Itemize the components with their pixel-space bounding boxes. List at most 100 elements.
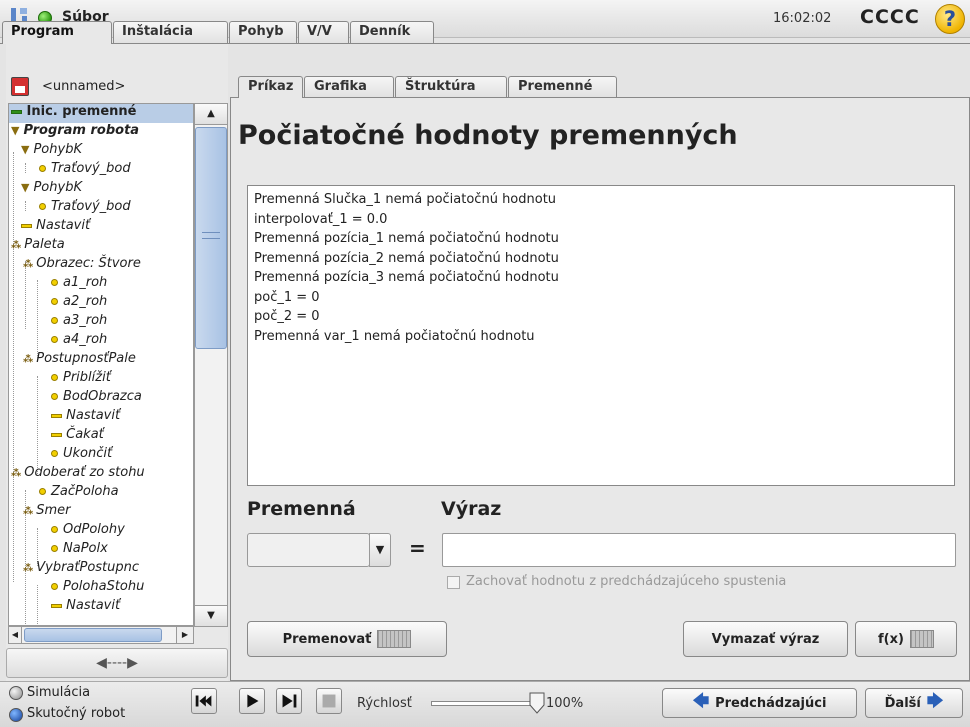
tree-item-label: a3_roh <box>63 313 108 328</box>
tree-item-label: a4_roh <box>63 332 108 347</box>
tree-item-init-variables[interactable]: Inic. premenné <box>9 104 193 123</box>
tree-item-label: Traťový_bod <box>51 161 131 176</box>
tree-item-from-position[interactable]: OdPolohy <box>9 522 125 541</box>
waypoint-icon <box>51 279 58 286</box>
arrow-right-icon: 🡆 <box>926 690 944 710</box>
scroll-down-arrow-icon[interactable]: ▼ <box>194 605 228 627</box>
set-icon <box>51 413 62 418</box>
rewind-icon[interactable] <box>191 688 217 714</box>
tree-item-set[interactable]: Nastaviť <box>9 218 90 237</box>
tab-graphics[interactable]: Grafika <box>304 76 394 97</box>
tree-item-pattern[interactable]: ⁂ Obrazec: Štvore <box>9 256 141 275</box>
next-button[interactable]: Ďalší 🡆 <box>865 688 963 718</box>
variables-list[interactable]: Premenná Slučka_1 nemá počiatočnú hodnot… <box>247 185 955 486</box>
speed-slider[interactable] <box>431 701 537 706</box>
scroll-left-arrow-icon[interactable]: ◀ <box>8 626 22 644</box>
keyboard-icon <box>377 630 412 648</box>
waypoint-icon <box>39 165 46 172</box>
rename-button[interactable]: Premenovať <box>247 621 447 657</box>
variable-select[interactable] <box>247 533 370 567</box>
tree-item-exit[interactable]: Ukončiť <box>9 446 112 465</box>
set-icon <box>51 603 62 608</box>
program-name: <unnamed> <box>42 79 126 94</box>
tree-item-set[interactable]: Nastaviť <box>9 408 120 427</box>
tree-item-label: a2_roh <box>63 294 108 309</box>
panel-resize-button[interactable]: ◀----▶ <box>6 648 228 678</box>
direction-icon: ⁂ <box>23 506 34 517</box>
clock: 16:02:02 <box>773 11 832 26</box>
clear-expression-button[interactable]: Vymazať výraz <box>683 621 848 657</box>
simulation-radio[interactable] <box>9 686 23 700</box>
tab-program[interactable]: Program <box>2 21 112 44</box>
tree-item-label: Traťový_bod <box>51 199 131 214</box>
tree-item-corner[interactable]: a2_roh <box>9 294 107 313</box>
expression-input[interactable] <box>442 533 956 567</box>
tree-item-stack-position[interactable]: PolohaStohu <box>9 579 144 598</box>
next-label: Ďalší <box>884 695 921 711</box>
variable-line: Premenná Slučka_1 nemá počiatočnú hodnot… <box>254 192 557 207</box>
tree-item-approach[interactable]: Priblížiť <box>9 370 111 389</box>
tree-item-label: a1_roh <box>63 275 108 290</box>
program-tree[interactable]: Inic. premenné ▼ Program robota ▼ PohybK T… <box>8 103 194 626</box>
tree-item-pallet[interactable]: ⁂ Paleta <box>9 237 65 256</box>
tree-item-pick-sequence[interactable]: ⁂ VybraťPostupnc <box>9 560 139 579</box>
tab-structure[interactable]: Štruktúra <box>395 76 507 97</box>
stop-icon[interactable] <box>316 688 342 714</box>
tree-item-label: Odoberať zo stohu <box>24 465 145 480</box>
tree-item-waypoint[interactable]: Traťový_bod <box>9 161 131 180</box>
horizontal-scroll-thumb[interactable] <box>24 628 162 642</box>
tree-item-robot-program[interactable]: ▼ Program robota <box>9 123 139 142</box>
play-icon[interactable] <box>239 688 265 714</box>
waypoint-icon <box>51 583 58 590</box>
tree-item-to-position[interactable]: NaPolx <box>9 541 108 560</box>
tab-command[interactable]: Príkaz <box>238 76 303 98</box>
tree-item-wait[interactable]: Čakať <box>9 427 104 446</box>
tree-item-label: Čakať <box>66 427 104 442</box>
step-icon[interactable] <box>276 688 302 714</box>
tree-item-start-position[interactable]: ZačPoloha <box>9 484 119 503</box>
waypoint-icon <box>39 203 46 210</box>
tree-item-waypoint[interactable]: Traťový_bod <box>9 199 131 218</box>
scroll-up-arrow-icon[interactable]: ▲ <box>194 103 228 125</box>
tree-item-set[interactable]: Nastaviť <box>9 598 120 617</box>
fx-button[interactable]: f(x) <box>855 621 957 657</box>
tab-variables[interactable]: Premenné <box>508 76 617 97</box>
scroll-right-arrow-icon[interactable]: ▶ <box>176 626 194 644</box>
previous-button[interactable]: 🡄 Predchádzajúci <box>662 688 857 718</box>
tree-item-label: VybraťPostupnc <box>36 560 140 575</box>
speed-value: 100% <box>546 696 584 711</box>
tab-installation[interactable]: Inštalácia <box>113 21 228 43</box>
keep-value-label: Zachovať hodnotu z predchádzajúceho spus… <box>466 574 787 589</box>
tree-item-direction[interactable]: ⁂ Smer <box>9 503 71 522</box>
tree-item-corner[interactable]: a4_roh <box>9 332 107 351</box>
waypoint-icon <box>51 450 58 457</box>
tree-item-label: OdPolohy <box>63 522 125 537</box>
tree-item-corner[interactable]: a3_roh <box>9 313 107 332</box>
variable-line: poč_1 = 0 <box>254 289 320 305</box>
tab-log[interactable]: Denník <box>350 21 434 43</box>
tree-item-destack[interactable]: ⁂ Odoberať zo stohu <box>9 465 145 484</box>
keep-value-checkbox[interactable] <box>447 576 460 589</box>
variable-line: Premenná pozícia_3 nemá počiatočnú hodno… <box>254 270 559 285</box>
tree-item-label: Program robota <box>23 123 140 138</box>
tree-item-pallet-sequence[interactable]: ⁂ PostupnosťPale <box>9 351 136 370</box>
tree-item-corner[interactable]: a1_roh <box>9 275 107 294</box>
help-icon[interactable]: ? <box>935 4 965 34</box>
tree-item-pattern-point[interactable]: BodObrazca <box>9 389 142 408</box>
tree-item-movej[interactable]: ▼ PohybK <box>9 180 82 199</box>
tree-item-label: Ukončiť <box>63 446 113 461</box>
tree-item-movej[interactable]: ▼ PohybK <box>9 142 82 161</box>
tab-io[interactable]: V/V <box>298 21 349 43</box>
pallet-icon: ⁂ <box>11 240 22 251</box>
tab-move[interactable]: Pohyb <box>229 21 297 43</box>
chevron-down-icon[interactable]: ▼ <box>369 533 391 567</box>
real-robot-radio[interactable] <box>9 708 23 722</box>
tree-item-label: Nastaviť <box>36 218 91 233</box>
speed-slider-knob[interactable] <box>529 692 545 714</box>
waypoint-icon <box>39 488 46 495</box>
expand-triangle-icon: ▼ <box>11 124 20 137</box>
save-icon[interactable] <box>11 77 29 96</box>
wait-icon <box>51 432 62 437</box>
fx-button-label: f(x) <box>878 631 904 647</box>
tree-item-label: NaPolx <box>63 541 108 556</box>
